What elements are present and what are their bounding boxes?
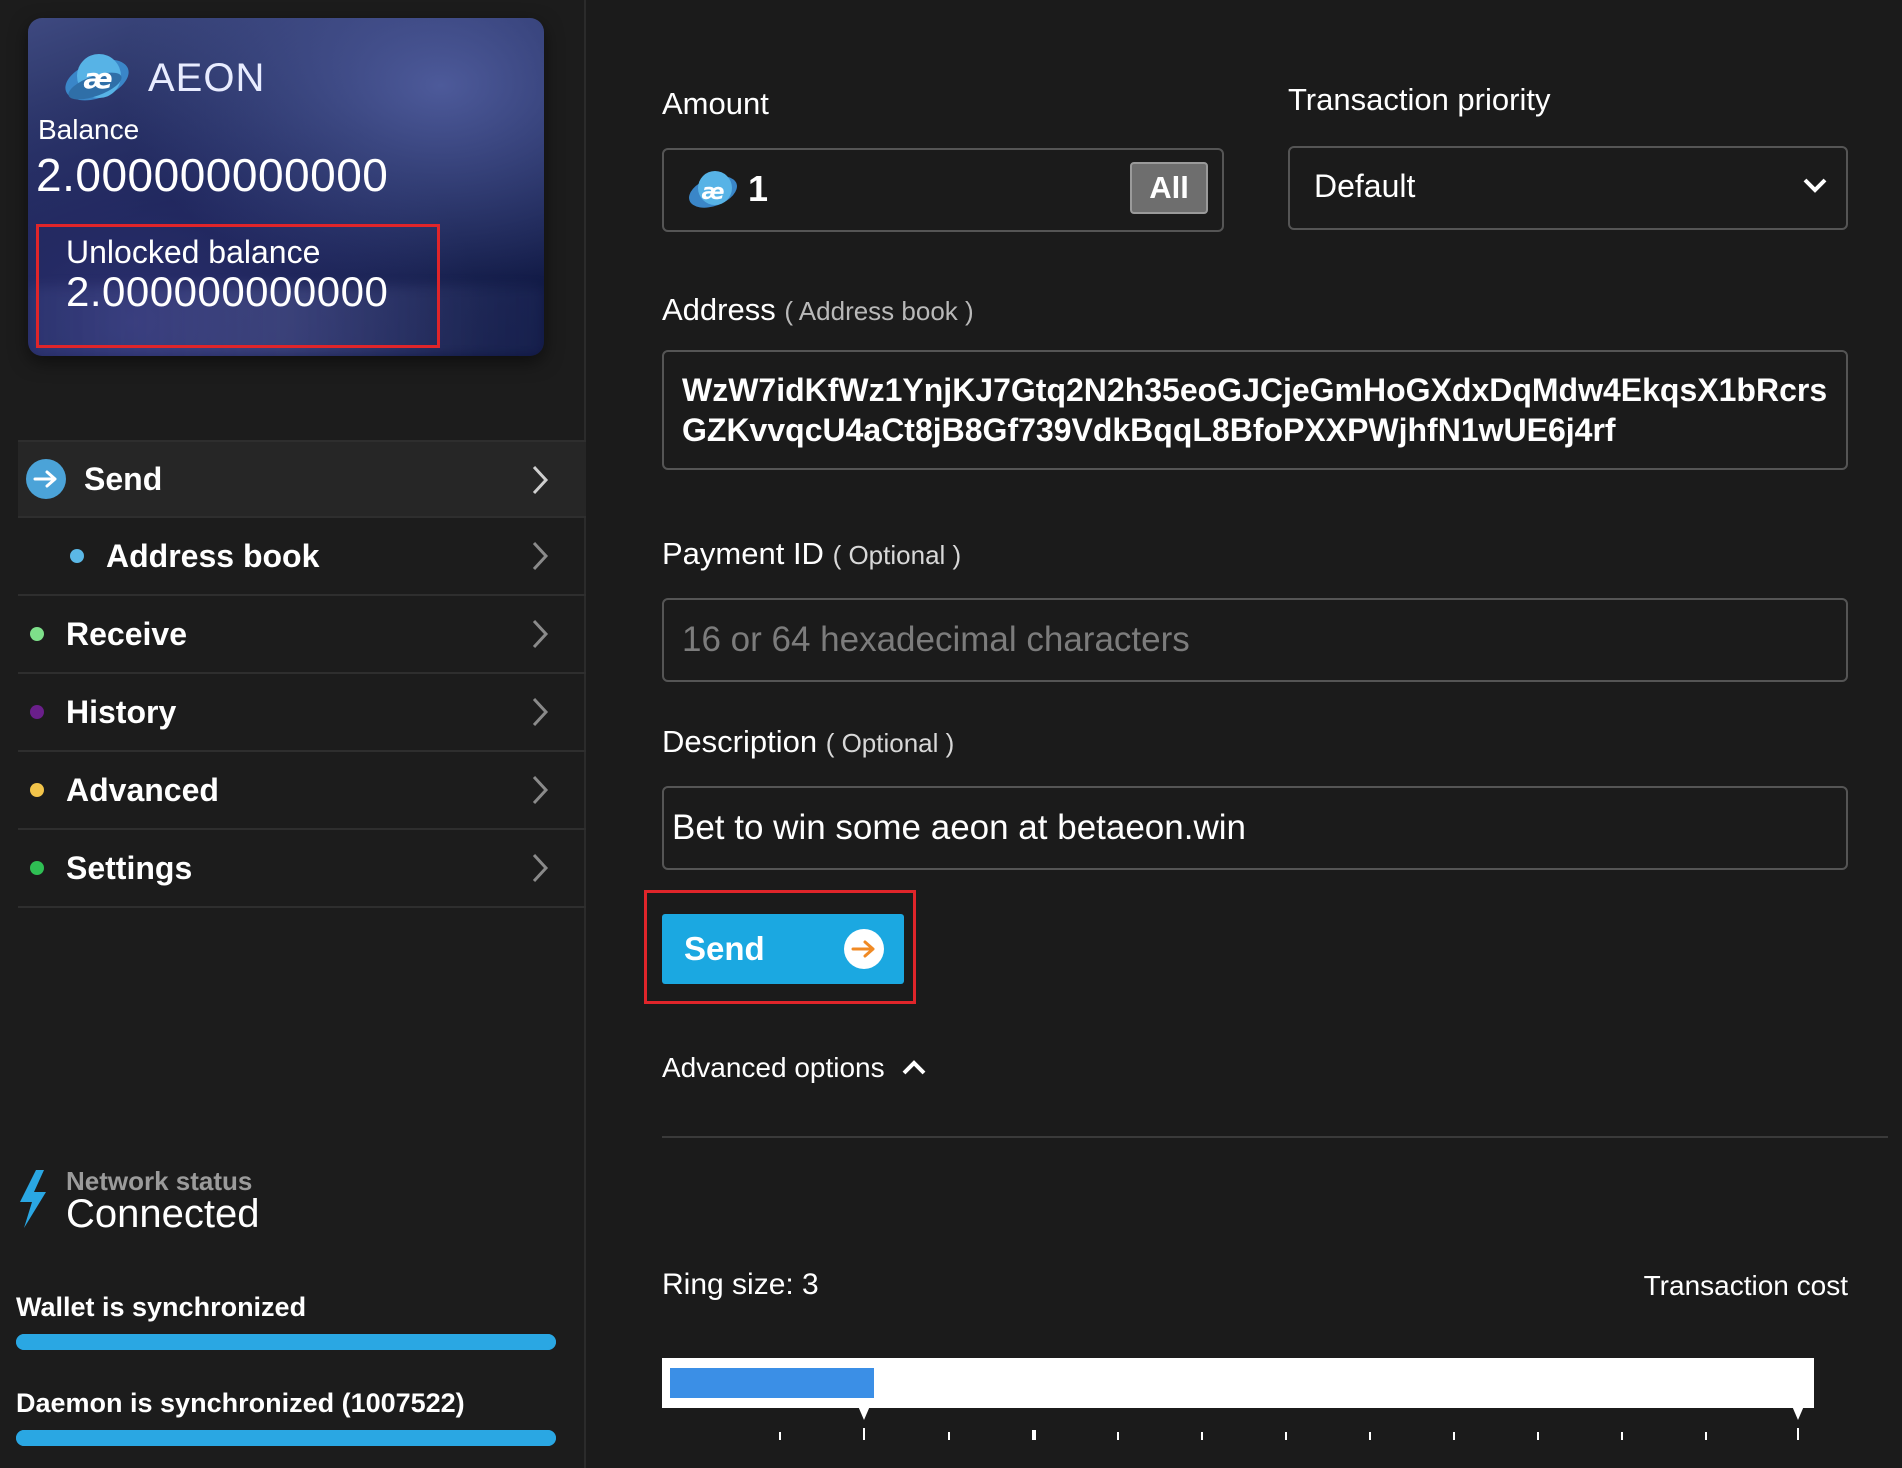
chevron-down-icon [1803,178,1827,193]
chevron-right-icon [532,541,549,571]
send-arrow-icon [26,459,66,499]
chevron-up-icon [902,1060,926,1075]
arrow-right-icon [844,929,884,969]
address-label-row: Address ( Address book ) [662,292,974,328]
ring-size-slider-ticks [779,1406,1804,1440]
balance-value: 2.000000000000 [36,149,389,201]
chevron-right-icon [532,619,549,649]
advanced-options-label: Advanced options [662,1052,885,1083]
all-button[interactable]: All [1130,162,1208,214]
ring-size-slider[interactable] [662,1358,1814,1408]
payment-id-placeholder: 16 or 64 hexadecimal characters [682,620,1190,659]
status-dot [30,783,44,797]
address-label: Address [662,292,776,327]
logo-glyph: æ [83,62,112,95]
description-optional: ( Optional ) [825,728,955,758]
coin-glyph: æ [701,180,724,205]
aeon-logo-icon: æ [62,44,132,114]
sidebar-item-receive[interactable]: Receive [18,596,586,674]
payment-id-label: Payment ID [662,536,824,571]
sidebar-item-label: History [66,693,177,730]
wallet-sync-progress-fill [16,1334,556,1350]
payment-id-optional: ( Optional ) [832,540,962,570]
status-dot [70,549,84,563]
tick-marks [779,1428,1799,1440]
send-button[interactable]: Send [662,914,904,984]
sidebar-item-settings[interactable]: Settings [18,830,586,908]
sidebar-item-label: Address book [106,537,320,574]
address-book-link[interactable]: ( Address book ) [784,296,973,326]
sidebar-item-send[interactable]: Send [18,440,586,518]
transaction-cost-label: Transaction cost [1643,1270,1848,1301]
priority-label: Transaction priority [1288,82,1551,117]
daemon-sync-progress-fill [16,1430,556,1446]
unlocked-balance-label: Unlocked balance [66,234,321,270]
sidebar-item-advanced[interactable]: Advanced [18,752,586,830]
ring-size-label: Ring size: 3 [662,1268,819,1301]
priority-value: Default [1314,168,1416,204]
section-divider [662,1136,1888,1138]
description-label-row: Description ( Optional ) [662,724,954,760]
chevron-right-icon [532,697,549,727]
aeon-coin-icon: æ [689,171,737,208]
description-value: Bet to win some aeon at betaeon.win [672,808,1246,847]
amount-label: Amount [662,86,769,121]
sidebar-item-label: Settings [66,849,193,886]
sidebar-menu: Send Address book Receive History Advanc… [18,440,586,908]
payment-id-label-row: Payment ID ( Optional ) [662,536,961,572]
daemon-sync-label: Daemon is synchronized (1007522) [16,1388,465,1418]
sidebar-item-address-book[interactable]: Address book [18,518,586,596]
lightning-icon [20,1170,46,1228]
amount-input[interactable]: æ 1 All [662,148,1224,232]
brand-name: AEON [148,56,266,100]
slider-handle-right[interactable] [1792,1406,1804,1420]
status-dot [30,705,44,719]
send-button-label: Send [684,930,765,967]
sidebar-item-label: Send [84,460,163,497]
network-status-value: Connected [66,1192,260,1236]
slider-handle-left[interactable] [858,1406,870,1420]
chevron-right-icon [532,853,549,883]
description-label: Description [662,724,818,759]
priority-select[interactable]: Default [1288,146,1848,230]
sidebar: æ AEON Balance 2.000000000000 Unlocked b… [0,0,586,1468]
sidebar-item-label: Receive [66,615,187,652]
amount-value: 1 [748,168,769,209]
sidebar-item-label: Advanced [66,771,219,808]
status-dot [30,861,44,875]
wallet-sync-progress [16,1334,556,1350]
send-form: Amount æ 1 All Transaction priority Defa… [588,0,1902,1468]
address-value: WzW7idKfWz1YnjKJ7Gtq2N2h35eoGJCjeGmHoGXd… [682,372,1828,448]
balance-label: Balance [38,114,140,145]
payment-id-input[interactable]: 16 or 64 hexadecimal characters [662,598,1848,682]
chevron-right-icon [532,465,549,495]
chevron-right-icon [532,775,549,805]
wallet-sync-label: Wallet is synchronized [16,1292,307,1322]
status-dot [30,627,44,641]
address-input[interactable]: WzW7idKfWz1YnjKJ7Gtq2N2h35eoGJCjeGmHoGXd… [662,350,1848,470]
sidebar-item-history[interactable]: History [18,674,586,752]
ring-size-slider-fill [670,1368,874,1398]
unlocked-balance-value: 2.000000000000 [66,268,389,315]
daemon-sync-progress [16,1430,556,1446]
advanced-options-toggle[interactable]: Advanced options [662,1052,927,1084]
description-input[interactable]: Bet to win some aeon at betaeon.win [662,786,1848,870]
